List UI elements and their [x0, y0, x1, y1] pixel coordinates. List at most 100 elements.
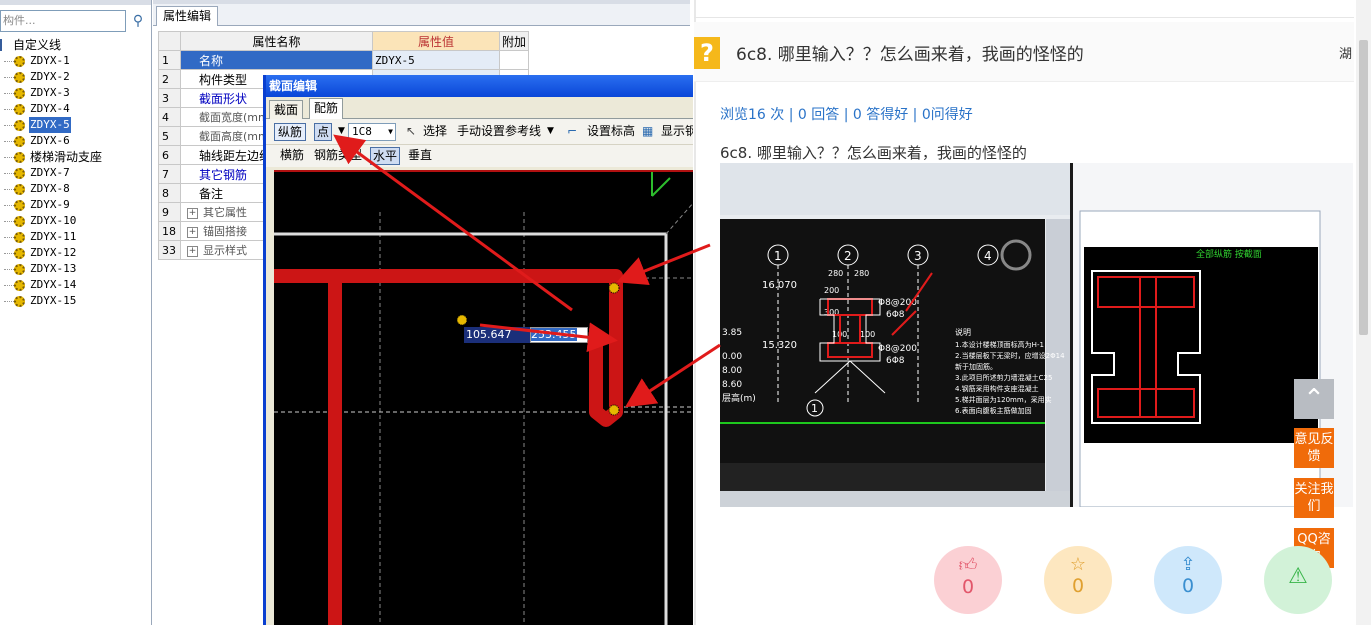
rebar-point[interactable]	[608, 282, 620, 294]
rebar-spec-combo[interactable]: 1C8 ▼	[348, 123, 396, 141]
property-top-strip	[153, 0, 690, 4]
column-header-name: 属性名称	[180, 31, 373, 51]
question-screenshot-image[interactable]: 1 2 3 4 1 16.070 15.320 280 280 200 300 …	[720, 163, 1353, 507]
note-line: 2.当楼层板下无梁时，应增设2Φ14	[955, 351, 1065, 360]
set-elevation-button[interactable]: 设置标高	[587, 123, 635, 141]
row-index: 4	[158, 107, 181, 127]
tree-root-icon	[0, 39, 9, 51]
dialog-title[interactable]: 截面编辑	[266, 75, 693, 97]
component-gear-icon	[14, 231, 25, 243]
chevron-up-icon: ⌃	[1303, 384, 1325, 414]
rebar-toolbar: 纵筋 点 ▼ 1C8 ▼ ↖ 选择 手动设置参考线 ▼ ⌐ 设置标高 ▦ 显示钢	[266, 119, 693, 145]
horizontal-button[interactable]: 水平	[370, 147, 401, 165]
point-button[interactable]: 点	[314, 123, 333, 141]
share-button[interactable]: ⇪ 0	[1154, 546, 1222, 614]
page-scrollbar[interactable]	[1356, 0, 1371, 625]
expand-plus-icon[interactable]: +	[187, 245, 198, 257]
tree-item[interactable]: ZDYX-14	[0, 277, 151, 293]
coord-y-input[interactable]: 253.455	[530, 327, 588, 343]
row-index: 9	[158, 202, 181, 222]
tree-item[interactable]: ZDYX-1	[0, 53, 151, 69]
tab-reinforcement[interactable]: 配筋	[309, 98, 344, 119]
tree-item[interactable]: ZDYX-7	[0, 165, 151, 181]
point-dropdown-icon[interactable]: ▼	[338, 123, 345, 141]
property-row[interactable]: 1 名称 ZDYX-5	[158, 50, 529, 70]
rebar-type-button[interactable]: 钢筋类型	[314, 147, 362, 165]
property-name: 备注	[199, 186, 224, 201]
tree-root-custom-line[interactable]: 自定义线	[0, 37, 151, 53]
rebar-point[interactable]	[608, 404, 620, 416]
property-name: 轴线距左边线	[199, 148, 272, 163]
page-divider	[694, 0, 696, 625]
feedback-button[interactable]: 意见反馈	[1294, 428, 1334, 468]
column-header-index	[158, 31, 181, 51]
vertical-button[interactable]: 垂直	[408, 147, 432, 165]
follow-us-button[interactable]: 关注我们	[1294, 478, 1334, 518]
question-header: ? 6c8. 哪里输入？？怎么画来着，我画的怪怪的 湖	[694, 22, 1354, 82]
tab-property-edit[interactable]: 属性编辑	[156, 6, 218, 26]
tree-item[interactable]: ZDYX-10	[0, 213, 151, 229]
tree-item[interactable]: 楼梯滑动支座	[0, 149, 151, 165]
tree-connector	[4, 204, 14, 206]
tree-connector	[4, 108, 14, 110]
tree-item[interactable]: ZDYX-5	[0, 117, 151, 133]
tree-item[interactable]: ZDYX-13	[0, 261, 151, 277]
favorite-button[interactable]: ☆ 0	[1044, 546, 1112, 614]
coord-x-input[interactable]: 105.647	[464, 327, 530, 343]
expand-plus-icon[interactable]: +	[187, 207, 198, 219]
star-icon: ☆	[1069, 554, 1087, 575]
longitudinal-rebar-button[interactable]: 纵筋	[274, 123, 307, 141]
rebar-stirrup	[274, 269, 623, 427]
tree-connector	[4, 284, 14, 286]
section-drawing-canvas[interactable]: 105.647 253.455	[274, 170, 693, 625]
component-gear-icon	[14, 87, 25, 99]
tree-item[interactable]: ZDYX-12	[0, 245, 151, 261]
tree-item[interactable]: ZDYX-8	[0, 181, 151, 197]
rebar-spec-value: 1C8	[352, 125, 372, 138]
expand-plus-icon[interactable]: +	[187, 226, 198, 238]
tree-item-label: ZDYX-13	[30, 262, 77, 275]
rebar-label: Φ8@200	[878, 344, 917, 354]
tree-item[interactable]: ZDYX-11	[0, 229, 151, 245]
report-button[interactable]: ⚠	[1264, 546, 1332, 614]
show-rebar-button[interactable]: 显示钢	[661, 123, 693, 141]
like-button[interactable]: 👍︎ 0	[934, 546, 1002, 614]
component-search-input[interactable]: 构件...	[0, 10, 126, 32]
level-label: 0.00	[722, 352, 742, 362]
notes-title: 说明	[955, 327, 971, 337]
back-to-top-button[interactable]: ⌃	[1294, 379, 1334, 419]
select-button[interactable]: 选择	[423, 123, 447, 141]
dim-label: 100	[860, 330, 875, 339]
tree-item-label: ZDYX-12	[30, 246, 77, 259]
property-value-cell[interactable]: ZDYX-5	[372, 50, 500, 70]
property-extra-cell[interactable]	[499, 50, 529, 70]
question-stats[interactable]: 浏览16 次 | 0 回答 | 0 答得好 | 0问得好	[720, 104, 973, 124]
tree-item[interactable]: ZDYX-3	[0, 85, 151, 101]
manual-reference-line-button[interactable]: 手动设置参考线	[457, 123, 541, 141]
component-gear-icon	[14, 215, 25, 227]
tree-item[interactable]: ZDYX-9	[0, 197, 151, 213]
reference-dropdown-icon[interactable]: ▼	[547, 123, 554, 141]
component-gear-icon	[14, 151, 25, 163]
transverse-rebar-button[interactable]: 横筋	[280, 147, 304, 165]
tree-item-label: ZDYX-10	[30, 214, 77, 227]
component-gear-icon	[14, 55, 25, 67]
tree-item[interactable]: ZDYX-4	[0, 101, 151, 117]
tree-connector	[4, 60, 14, 62]
region-label: 湖	[1339, 47, 1353, 62]
component-gear-icon	[14, 279, 25, 291]
row-index: 5	[158, 126, 181, 146]
property-name: 显示样式	[203, 244, 247, 257]
tab-section[interactable]: 截面	[269, 100, 304, 119]
search-icon[interactable]: ⚲	[128, 10, 148, 32]
tree-item[interactable]: ZDYX-6	[0, 133, 151, 149]
tree-item[interactable]: ZDYX-2	[0, 69, 151, 85]
tree-item[interactable]: ZDYX-15	[0, 293, 151, 309]
tree-connector	[4, 140, 14, 142]
qa-page: ? 6c8. 哪里输入？？怎么画来着，我画的怪怪的 湖 浏览16 次 | 0 回…	[694, 0, 1371, 625]
dim-label: 200	[824, 286, 839, 295]
scrollbar-thumb[interactable]	[1359, 40, 1368, 335]
component-gear-icon	[14, 135, 25, 147]
tree-item-label: ZDYX-8	[30, 182, 70, 195]
tree-item-label: ZDYX-1	[30, 54, 70, 67]
